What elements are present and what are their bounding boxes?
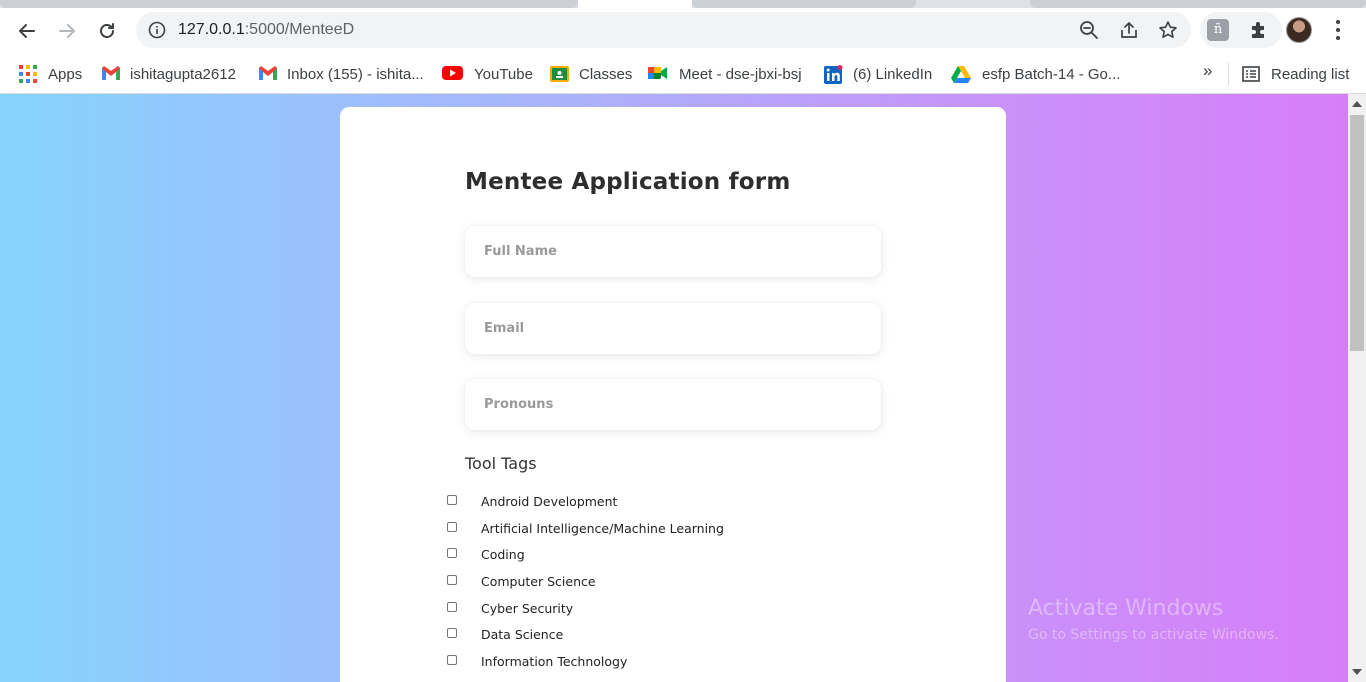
tag-label: Information Technology: [481, 654, 628, 669]
back-arrow-icon: [19, 24, 35, 38]
tag-label: Computer Science: [481, 574, 596, 589]
tag-label: Artificial Intelligence/Machine Learning: [481, 521, 724, 536]
tag-checkbox[interactable]: [447, 522, 457, 532]
vertical-scrollbar[interactable]: [1348, 94, 1366, 682]
tag-option[interactable]: Coding: [447, 546, 525, 564]
bookmark-meet[interactable]: Meet - dse-jbxi-bsj: [648, 62, 802, 86]
bookmark-label: Inbox (155) - ishita...: [287, 65, 424, 83]
reading-list-icon: [1242, 65, 1260, 83]
bookmark-linkedin[interactable]: (6) LinkedIn: [824, 62, 932, 86]
tag-checkbox[interactable]: [447, 602, 457, 612]
page-background: Mentee Application form Tool Tags Androi…: [0, 94, 1348, 682]
gmail-icon: [258, 65, 277, 83]
tool-tags-heading: Tool Tags: [465, 454, 537, 473]
bookmarks-bar: Apps ishitagupta2612 Inbox (155) - ishit…: [0, 54, 1366, 94]
youtube-icon: [442, 65, 463, 83]
bookmark-label: Meet - dse-jbxi-bsj: [679, 65, 802, 83]
browser-toolbar: 127.0.0.1:5000/MenteeD ñ: [0, 8, 1366, 54]
pronouns-input[interactable]: [465, 379, 881, 430]
bookmark-label: YouTube: [474, 65, 533, 83]
tab-active[interactable]: [578, 0, 692, 8]
tag-option[interactable]: Information Technology: [447, 653, 627, 671]
tab-inactive[interactable]: [692, 0, 916, 8]
reload-icon: [100, 23, 114, 38]
tag-checkbox[interactable]: [447, 495, 457, 505]
bookmark-label: (6) LinkedIn: [853, 65, 933, 83]
tag-checkbox[interactable]: [447, 628, 457, 638]
full-name-field[interactable]: [465, 226, 881, 277]
page-title: Mentee Application form: [465, 169, 791, 195]
google-meet-icon: [648, 65, 668, 83]
tag-option[interactable]: Artificial Intelligence/Machine Learning: [447, 520, 724, 538]
extension-icon[interactable]: ñ: [1207, 19, 1229, 41]
gmail-icon: [101, 65, 120, 83]
tag-checkbox[interactable]: [447, 548, 457, 558]
tag-option[interactable]: Data Science: [447, 626, 563, 644]
reading-list-button[interactable]: Reading list: [1242, 62, 1349, 86]
bookmark-label: esfp Batch-14 - Go...: [982, 65, 1121, 83]
bookmark-gmail-inbox[interactable]: Inbox (155) - ishita...: [258, 62, 424, 86]
url-host: 127.0.0.1: [178, 21, 245, 38]
url-text[interactable]: 127.0.0.1:5000/MenteeD: [178, 21, 354, 39]
scroll-up-arrow[interactable]: [1352, 101, 1362, 107]
watermark-title: Activate Windows: [1028, 596, 1224, 621]
pronouns-field[interactable]: [465, 379, 881, 430]
puzzle-icon[interactable]: [1248, 19, 1270, 41]
form-card: Mentee Application form Tool Tags Androi…: [340, 107, 1006, 682]
bookmark-drive[interactable]: esfp Batch-14 - Go...: [951, 62, 1120, 86]
scrollbar-thumb[interactable]: [1350, 115, 1364, 351]
email-field[interactable]: [465, 303, 881, 354]
tab-strip: [0, 0, 1366, 8]
share-icon[interactable]: [1119, 20, 1139, 40]
bookmarks-divider: [1228, 63, 1229, 85]
site-info-icon[interactable]: [148, 21, 166, 39]
activate-windows-watermark: Activate Windows Go to Settings to activ…: [1028, 596, 1279, 643]
tag-label: Coding: [481, 547, 525, 562]
bookmark-classes[interactable]: Classes: [550, 62, 632, 86]
tag-label: Android Development: [481, 494, 618, 509]
forward-arrow-icon: [59, 24, 75, 38]
bookmark-apps[interactable]: Apps: [19, 62, 82, 86]
url-path: :5000/MenteeD: [244, 21, 355, 38]
apps-grid-icon: [19, 65, 37, 83]
tag-option[interactable]: Computer Science: [447, 573, 596, 591]
tag-label: Cyber Security: [481, 601, 574, 616]
bookmark-label: ishitagupta2612: [130, 65, 236, 83]
watermark-subtitle: Go to Settings to activate Windows.: [1028, 627, 1279, 643]
full-name-input[interactable]: [465, 226, 881, 277]
scroll-down-arrow[interactable]: [1352, 669, 1362, 675]
tab-inactive[interactable]: [0, 0, 578, 8]
tag-checkbox[interactable]: [447, 655, 457, 665]
bookmarks-overflow-button[interactable]: »: [1203, 61, 1212, 81]
tag-option[interactable]: Android Development: [447, 493, 617, 511]
forward-button[interactable]: [51, 15, 83, 47]
google-drive-icon: [951, 65, 971, 83]
linkedin-icon: [824, 65, 843, 84]
bookmark-label: Apps: [48, 65, 83, 83]
reload-button[interactable]: [91, 15, 123, 47]
bookmark-gmail-account[interactable]: ishitagupta2612: [101, 62, 236, 86]
tag-label: Data Science: [481, 627, 564, 642]
google-classroom-icon: [550, 65, 569, 83]
profile-avatar[interactable]: [1286, 17, 1312, 43]
bookmark-star-icon[interactable]: [1158, 20, 1178, 40]
bookmark-youtube[interactable]: YouTube: [442, 62, 533, 86]
reading-list-label: Reading list: [1271, 65, 1350, 83]
zoom-icon[interactable]: [1079, 20, 1099, 40]
email-input[interactable]: [465, 303, 881, 354]
kebab-menu-icon[interactable]: [1326, 17, 1350, 43]
tab-inactive[interactable]: [1030, 0, 1366, 8]
tag-checkbox[interactable]: [447, 575, 457, 585]
address-bar[interactable]: 127.0.0.1:5000/MenteeD: [136, 12, 1191, 48]
extensions-group: ñ: [1200, 12, 1282, 48]
bookmark-label: Classes: [579, 65, 633, 83]
tag-option[interactable]: Cyber Security: [447, 600, 573, 618]
back-button[interactable]: [11, 15, 43, 47]
